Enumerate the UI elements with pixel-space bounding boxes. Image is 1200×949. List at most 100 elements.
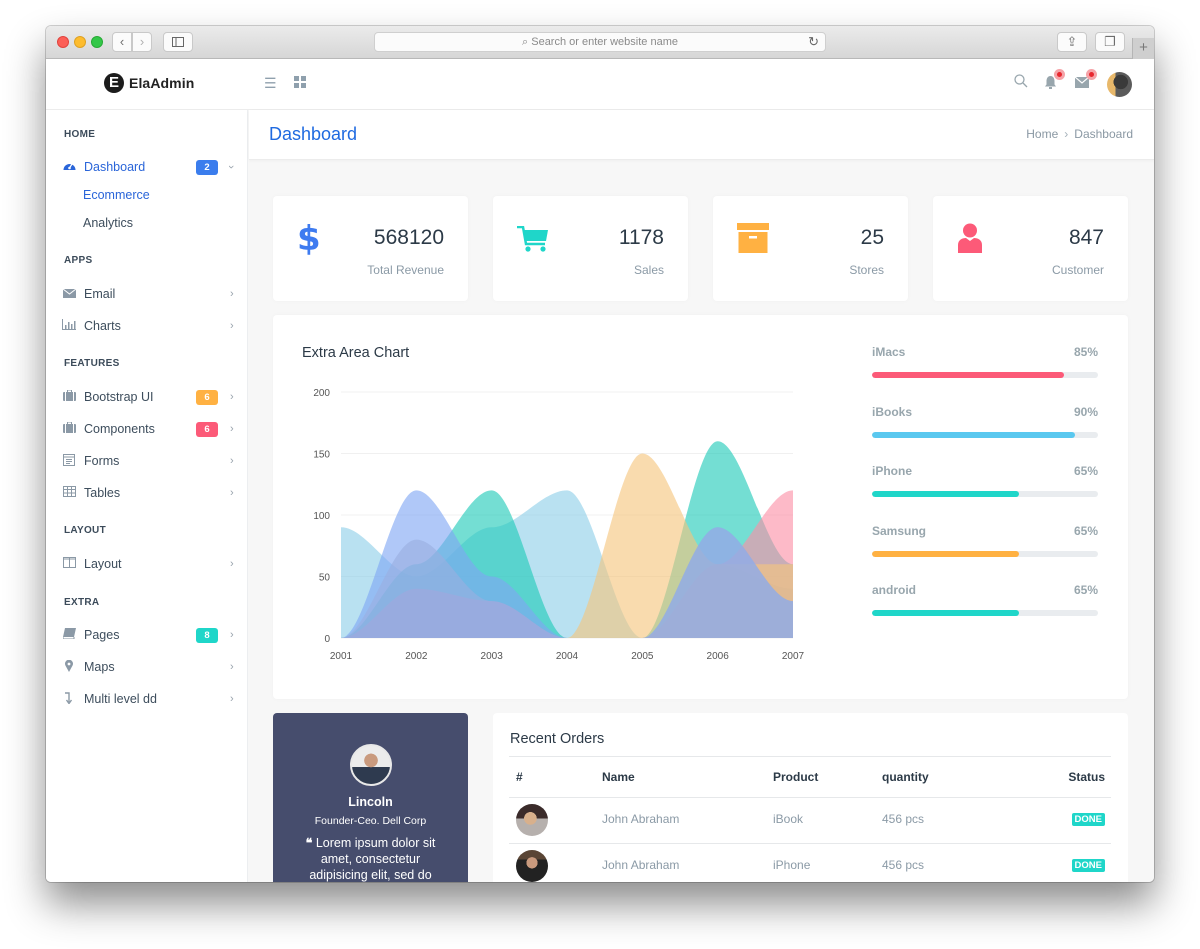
progress-percent: 90% — [1073, 404, 1098, 419]
divider — [509, 756, 1111, 757]
user-avatar[interactable] — [1107, 72, 1132, 97]
breadcrumb-home[interactable]: Home — [1026, 127, 1058, 141]
order-product: iBook — [773, 812, 804, 826]
x-tick-label: 2003 — [481, 651, 504, 662]
browser-window: ‹ › ⌕ Search or enter website name ↻ ⇪ ❐… — [46, 26, 1154, 882]
y-tick-label: 50 — [319, 573, 331, 584]
column-header-name: Name — [602, 770, 635, 784]
x-tick-label: 2002 — [405, 651, 428, 662]
sidebar-item-tables[interactable]: Tables › — [46, 481, 248, 505]
sidebar-item-bootstrap-ui[interactable]: Bootstrap UI 6 › — [46, 385, 248, 409]
dollar-icon: $ — [297, 219, 327, 259]
sidebar: HOME Dashboard 2 › Ecommerce Analytics A… — [46, 110, 248, 882]
maximize-window-button[interactable] — [91, 36, 103, 48]
stat-card-stores: 25 Stores — [713, 196, 908, 301]
stat-value: 847 — [1068, 226, 1104, 249]
progress-percent: 65% — [1073, 523, 1098, 538]
sidebar-item-label: Charts — [84, 319, 121, 333]
sidebar-section-apps: APPS — [64, 255, 93, 266]
page-title: Dashboard — [269, 124, 358, 144]
y-tick-label: 0 — [324, 634, 330, 645]
envelope-icon — [61, 287, 77, 301]
hamburger-icon[interactable]: ☰ — [264, 75, 277, 92]
progress-fill — [872, 372, 1065, 378]
url-bar[interactable]: ⌕ Search or enter website name ↻ — [374, 32, 826, 52]
breadcrumb-separator-icon: › — [1064, 127, 1069, 141]
search-icon[interactable] — [1014, 74, 1028, 92]
breadcrumb-current: Dashboard — [1074, 127, 1133, 141]
sidebar-subitem-ecommerce[interactable]: Ecommerce — [83, 188, 150, 202]
page-header: Dashboard Home › Dashboard — [249, 110, 1154, 160]
sidebar-item-components[interactable]: Components 6 › — [46, 417, 248, 441]
testimonial-card: Lincoln Founder-Ceo. Dell Corp ❝ Lorem i… — [273, 713, 468, 882]
sidebar-item-label: Dashboard — [84, 160, 146, 174]
stat-card-sales: 1178 Sales — [493, 196, 688, 301]
new-tab-button[interactable]: + — [1132, 38, 1154, 59]
chevron-right-icon: › — [230, 455, 234, 467]
svg-text:$: $ — [297, 220, 319, 256]
count-badge: 6 — [196, 421, 218, 437]
chevron-right-icon[interactable]: › — [132, 32, 152, 52]
grid-icon[interactable] — [294, 75, 306, 91]
table-row[interactable]: John Abraham iBook 456 pcs DONE — [493, 798, 1128, 843]
stat-value: 25 — [860, 226, 884, 249]
logo-mark: E — [104, 73, 124, 93]
sidebar-item-multi-level-dd[interactable]: Multi level dd › — [46, 687, 248, 711]
sidebar-item-label: Bootstrap UI — [84, 390, 154, 404]
stat-card-revenue: $ 568120 Total Revenue — [273, 196, 468, 301]
chevron-right-icon: › — [230, 288, 234, 300]
progress-label: Samsung — [872, 523, 927, 538]
logo[interactable]: E ElaAdmin — [104, 73, 194, 93]
mail-icon[interactable] — [1074, 69, 1097, 92]
count-badge: 6 — [196, 389, 218, 405]
sidebar-section-home: HOME — [64, 129, 96, 140]
sidebar-item-email[interactable]: Email › — [46, 282, 248, 306]
tabs-icon[interactable]: ❐ — [1095, 32, 1125, 52]
sidebar-subitem-analytics[interactable]: Analytics — [83, 216, 133, 230]
suitcase-icon — [61, 389, 77, 404]
chevron-right-icon: › — [230, 391, 234, 403]
user-icon — [957, 223, 987, 259]
search-icon: ⌕ — [522, 36, 529, 48]
sidebar-item-label: Tables — [84, 486, 121, 500]
sidebar-item-maps[interactable]: Maps › — [46, 655, 248, 679]
progress-label: iBooks — [872, 404, 913, 419]
y-tick-label: 200 — [313, 388, 330, 399]
reload-icon[interactable]: ↻ — [808, 34, 819, 50]
sidebar-item-label: Multi level dd — [84, 692, 157, 706]
bell-icon[interactable] — [1044, 69, 1065, 93]
sidebar-section-extra: EXTRA — [64, 597, 100, 608]
table-row[interactable]: John Abraham iPhone 456 pcs DONE — [493, 844, 1128, 882]
chevron-right-icon: › — [230, 693, 234, 705]
cart-icon — [517, 225, 548, 262]
sidebar-icon[interactable] — [163, 32, 193, 52]
progress-fill — [872, 491, 1019, 497]
progress-track — [872, 550, 1098, 557]
progress-fill — [872, 550, 1019, 557]
area-chart: 0 50 100 150 200 2001 2002 2003 2004 2005 2006 200… — [313, 388, 804, 662]
progress-label: android — [872, 583, 916, 597]
minimize-window-button[interactable] — [74, 36, 86, 48]
chevron-right-icon: › — [230, 487, 234, 499]
sidebar-item-charts[interactable]: Charts › — [46, 314, 248, 338]
close-window-button[interactable] — [57, 36, 69, 48]
quote-icon: ❝ — [305, 836, 313, 850]
map-marker-icon — [61, 659, 77, 675]
sidebar-item-pages[interactable]: Pages 8 › — [46, 623, 248, 647]
sidebar-item-dashboard[interactable]: Dashboard 2 › — [46, 155, 248, 179]
level-down-icon — [61, 691, 77, 707]
order-name: John Abraham — [602, 812, 680, 826]
progress-percent: 65% — [1073, 583, 1098, 597]
sidebar-item-layout[interactable]: Layout › — [46, 552, 248, 576]
sidebar-item-forms[interactable]: Forms › — [46, 449, 248, 473]
sidebar-item-label: Maps — [84, 660, 115, 674]
customer-avatar — [516, 850, 548, 882]
chevron-left-icon[interactable]: ‹ — [112, 32, 132, 52]
message-badge — [1086, 69, 1097, 80]
notification-badge — [1054, 69, 1065, 80]
count-badge: 8 — [196, 627, 218, 643]
sidebar-item-label: Pages — [84, 628, 120, 642]
share-icon[interactable]: ⇪ — [1057, 32, 1087, 52]
progress-label: iPhone — [872, 464, 913, 478]
dashboard-icon — [61, 160, 77, 174]
